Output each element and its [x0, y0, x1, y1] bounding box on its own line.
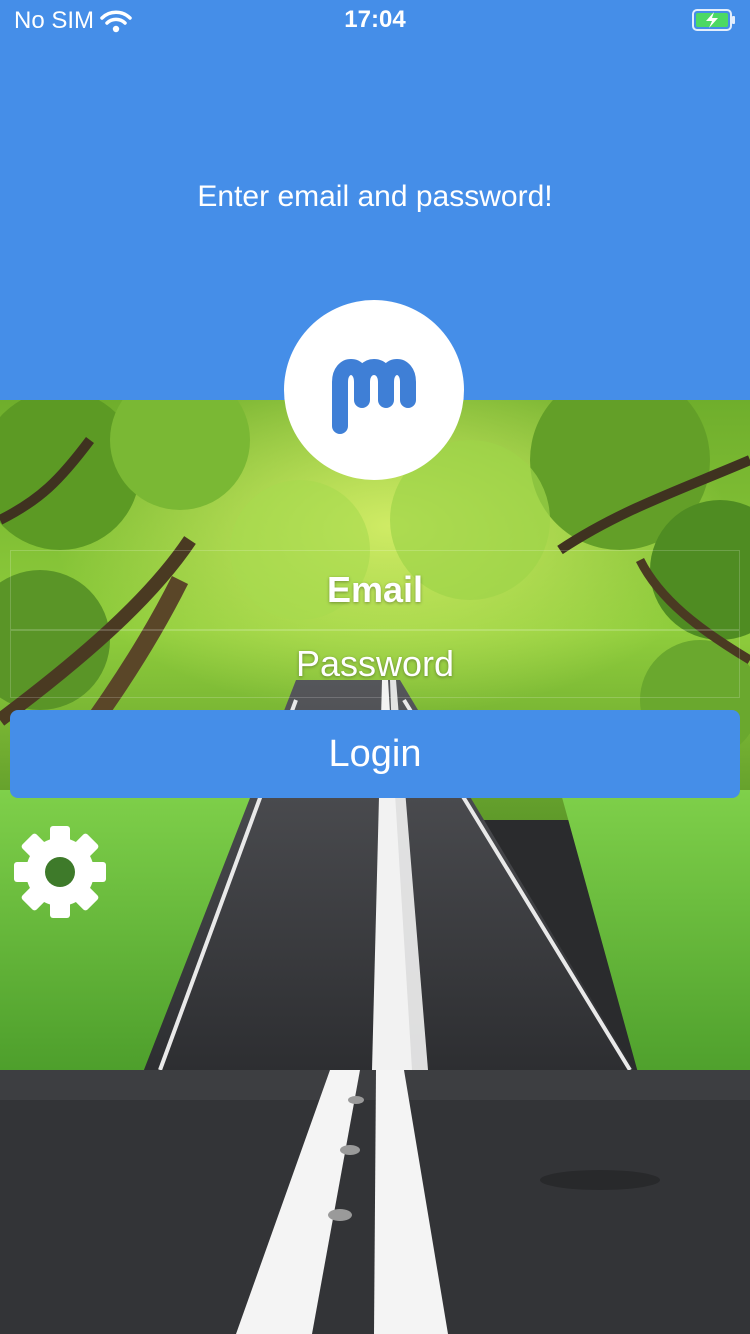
status-time: 17:04 [344, 6, 406, 33]
background-photo [0, 400, 750, 1334]
app-logo-m-icon [332, 359, 416, 434]
login-button[interactable]: Login [10, 710, 740, 798]
status-bar: No SIM 17:04 [0, 0, 750, 40]
gear-icon[interactable] [12, 824, 108, 920]
email-field[interactable]: Email [10, 550, 740, 630]
login-instruction: Enter email and password! [197, 180, 553, 213]
battery-charging-icon [692, 9, 736, 31]
app-logo [284, 300, 464, 480]
password-field[interactable]: Password [10, 630, 740, 698]
